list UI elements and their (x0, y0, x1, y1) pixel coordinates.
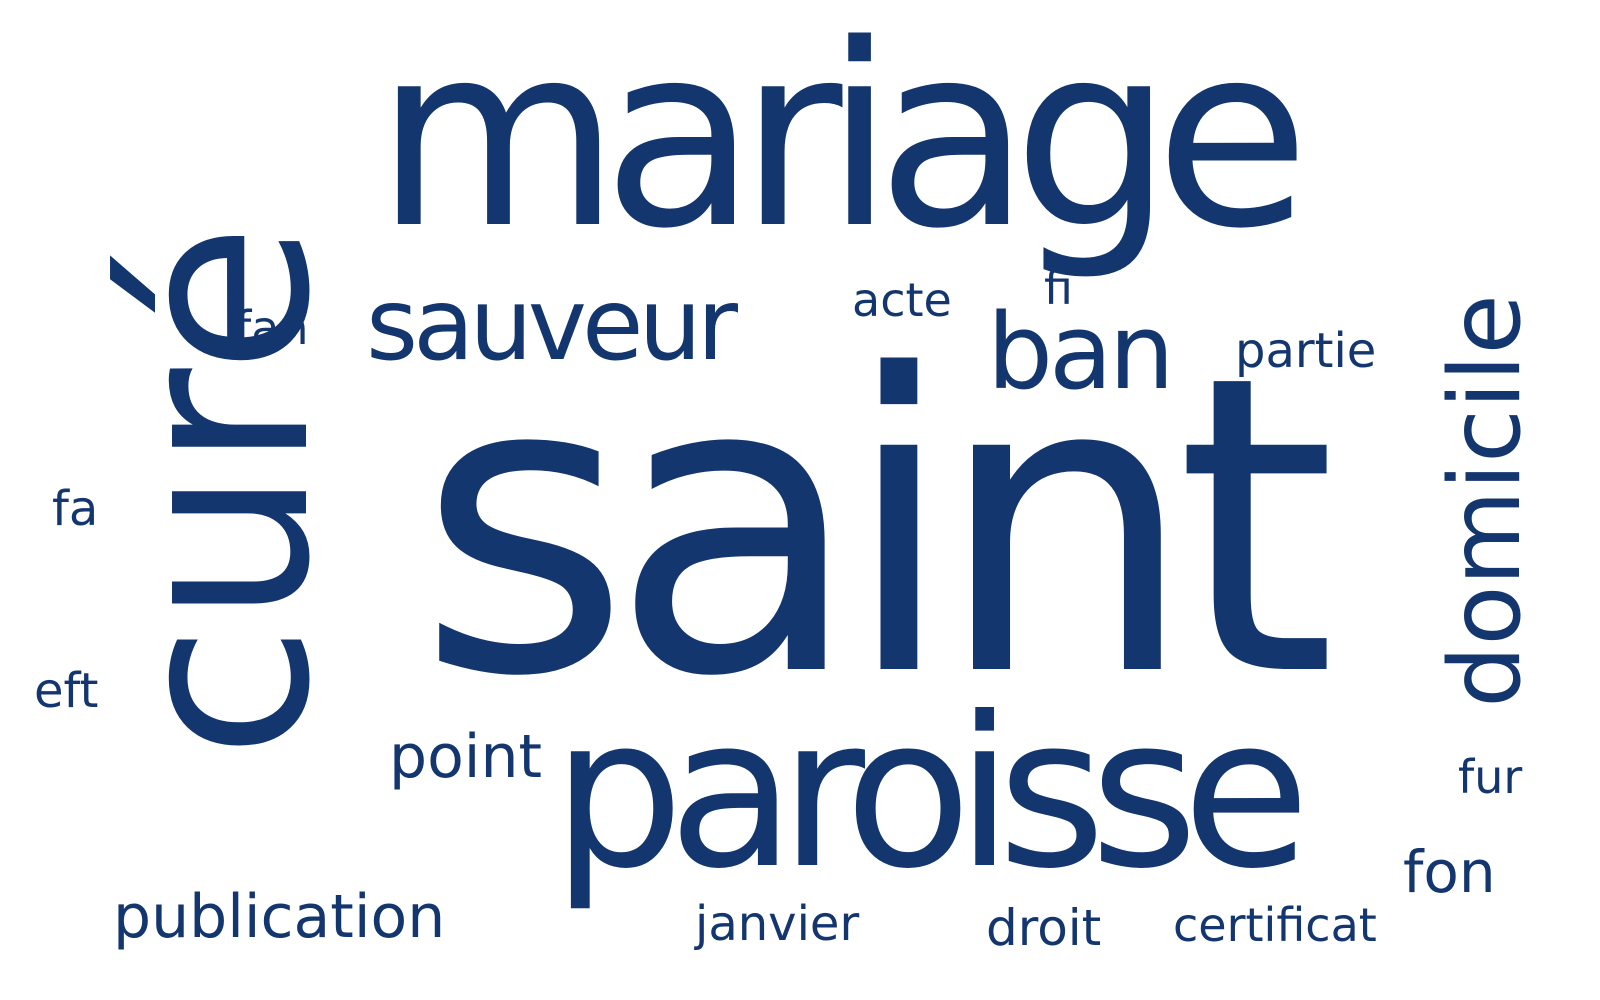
word-droit: droit (986, 899, 1102, 957)
word-point: point (389, 722, 543, 792)
word-acte: acte (852, 273, 952, 327)
word-certificat: certificat (1173, 898, 1377, 952)
word-fan: fan (235, 301, 309, 355)
word-cure: curé (79, 222, 364, 760)
word-fur: fur (1458, 750, 1523, 804)
word-fa: fa (52, 481, 99, 537)
word-publication: publication (113, 882, 446, 952)
word-cloud: curé domicile mariage saint paroisse sau… (0, 0, 1600, 1000)
word-fi: fi (1044, 261, 1073, 315)
word-fon: fon (1403, 838, 1496, 906)
word-eft: eft (34, 663, 99, 719)
word-domicile: domicile (1429, 294, 1543, 708)
word-partie: partie (1235, 323, 1377, 379)
word-janvier: janvier (695, 896, 860, 952)
word-sauveur: sauveur (366, 266, 738, 383)
